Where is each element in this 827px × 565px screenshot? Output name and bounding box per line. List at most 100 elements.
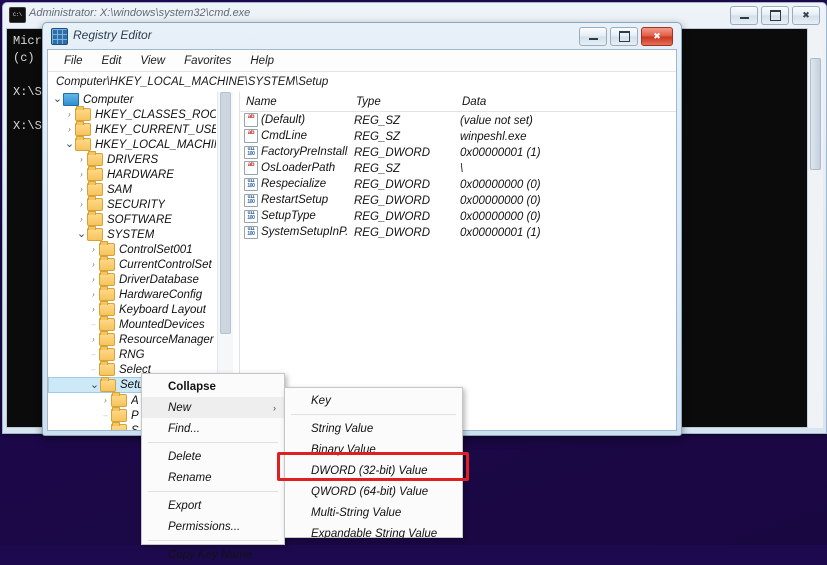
registry-editor-titlebar[interactable]: Registry Editor ✖ xyxy=(43,23,681,48)
registry-value-row[interactable]: ab CmdLine REG_SZ winpeshl.exe xyxy=(240,128,676,144)
cmd-scrollbar-thumb[interactable] xyxy=(810,58,821,170)
folder-icon xyxy=(87,151,103,166)
cmd-vertical-scrollbar[interactable] xyxy=(807,28,823,428)
tree-node-hkey_classes_root[interactable]: › HKEY_CLASSES_ROOT xyxy=(48,106,216,122)
context-menu-separator xyxy=(148,491,278,492)
dword-value-icon: 011 100 xyxy=(244,225,258,239)
registry-value-row[interactable]: 011 100 SetupType REG_DWORD 0x00000000 (0) xyxy=(240,208,676,224)
chevron-right-icon[interactable]: › xyxy=(88,287,99,302)
tree-node-sam[interactable]: › SAM xyxy=(48,181,216,197)
submenu-item-multi-string-value[interactable]: Multi-String Value xyxy=(285,502,462,523)
chevron-right-icon[interactable]: › xyxy=(88,272,99,287)
tree-node-mounteddevices[interactable]: – MountedDevices xyxy=(48,316,216,332)
context-menu-item-rename[interactable]: Rename xyxy=(142,467,284,488)
chevron-right-icon[interactable]: › xyxy=(64,107,75,122)
tree-node-setup[interactable]: ⌄ Setup xyxy=(48,376,152,393)
chevron-right-icon[interactable]: › xyxy=(76,197,87,212)
tree-node-rng[interactable]: – RNG xyxy=(48,346,216,362)
regedit-close-button[interactable]: ✖ xyxy=(641,27,673,46)
chevron-right-icon[interactable]: › xyxy=(64,122,75,137)
chevron-right-icon[interactable]: › xyxy=(76,152,87,167)
chevron-down-icon[interactable]: ⌄ xyxy=(89,379,100,390)
menu-favorites[interactable]: Favorites xyxy=(176,53,239,69)
submenu-item-expandable-string-value[interactable]: Expandable String Value xyxy=(285,523,462,544)
dword-value-icon: 011 100 xyxy=(244,193,258,207)
cmd-icon: C:\ xyxy=(9,7,26,23)
cmd-close-button[interactable]: ✖ xyxy=(792,6,820,25)
context-menu-item-permissions[interactable]: Permissions... xyxy=(142,516,284,537)
submenu-item-dword-32-bit-value[interactable]: DWORD (32-bit) Value xyxy=(285,460,462,481)
registry-value-row[interactable]: ab (Default) REG_SZ (value not set) xyxy=(240,112,676,128)
tree-node-controlset001[interactable]: › ControlSet001 xyxy=(48,241,216,257)
registry-value-row[interactable]: 011 100 RestartSetup REG_DWORD 0x00000000 (0… xyxy=(240,192,676,208)
registry-value-row[interactable]: 011 100 FactoryPreInstall... REG_DWORD 0x000… xyxy=(240,144,676,160)
registry-value-row[interactable]: ab OsLoaderPath REG_SZ \ xyxy=(240,160,676,176)
tree-node-hardware[interactable]: › HARDWARE xyxy=(48,166,216,182)
submenu-item-string-value[interactable]: String Value xyxy=(285,418,462,439)
tree-node-resourcemanager[interactable]: › ResourceManager xyxy=(48,331,216,347)
regedit-minimize-button[interactable] xyxy=(579,27,607,46)
folder-icon xyxy=(99,361,115,376)
value-name-cell: 011 100 SystemSetupInP... xyxy=(240,225,348,239)
chevron-right-icon[interactable]: › xyxy=(88,302,99,317)
context-menu-item-export[interactable]: Export xyxy=(142,495,284,516)
registry-value-name: FactoryPreInstall... xyxy=(261,146,348,158)
submenu-item-label: Expandable String Value xyxy=(311,527,438,540)
tree-node-computer[interactable]: ⌄ Computer xyxy=(48,92,216,107)
registry-value-row[interactable]: 011 100 Respecialize REG_DWORD 0x00000000 (0… xyxy=(240,176,676,192)
tree-node-driverdatabase[interactable]: › DriverDatabase xyxy=(48,271,216,287)
tree-node-drivers[interactable]: › DRIVERS xyxy=(48,151,216,167)
chevron-down-icon[interactable]: ⌄ xyxy=(76,229,87,240)
registry-value-name: CmdLine xyxy=(261,130,308,142)
registry-value-type: REG_SZ xyxy=(354,115,401,127)
regedit-icon xyxy=(51,28,68,45)
chevron-right-icon[interactable]: › xyxy=(76,182,87,197)
tree-node-hardwareconfig[interactable]: › HardwareConfig xyxy=(48,286,216,302)
value-name-cell: ab (Default) xyxy=(240,113,348,127)
context-menu-item-copy-key-name[interactable]: Copy Key Name xyxy=(142,544,284,565)
tree-node-keyboard-layout[interactable]: › Keyboard Layout xyxy=(48,301,216,317)
context-menu-item-delete[interactable]: Delete xyxy=(142,446,284,467)
chevron-right-icon[interactable]: › xyxy=(88,257,99,272)
context-menu-item-collapse[interactable]: Collapse xyxy=(142,376,284,397)
registry-value-name: SetupType xyxy=(261,210,316,222)
tree-node-hkey_local_machine[interactable]: ⌄ HKEY_LOCAL_MACHINE xyxy=(48,136,216,152)
submenu-item-qword-64-bit-value[interactable]: QWORD (64-bit) Value xyxy=(285,481,462,502)
regedit-maximize-button[interactable] xyxy=(610,27,638,46)
registry-value-row[interactable]: 011 100 SystemSetupInP... REG_DWORD 0x000000… xyxy=(240,224,676,240)
submenu-item-binary-value[interactable]: Binary Value xyxy=(285,439,462,460)
cmd-maximize-button[interactable] xyxy=(761,6,789,25)
registry-address-bar[interactable]: Computer\HKEY_LOCAL_MACHINE\SYSTEM\Setup xyxy=(48,72,676,93)
column-header-name[interactable]: Name xyxy=(240,96,350,108)
menu-help[interactable]: Help xyxy=(242,53,282,69)
context-menu-item-new[interactable]: New › xyxy=(142,397,284,418)
registry-tree-scrollbar-thumb[interactable] xyxy=(220,92,231,334)
tree-line-icon: – xyxy=(91,320,96,329)
chevron-right-icon[interactable]: › xyxy=(100,393,111,408)
chevron-down-icon[interactable]: ⌄ xyxy=(64,139,75,150)
chevron-down-icon[interactable]: ⌄ xyxy=(52,94,63,105)
chevron-right-icon[interactable]: › xyxy=(88,332,99,347)
dword-value-icon: 011 100 xyxy=(244,209,258,223)
column-header-type[interactable]: Type xyxy=(350,96,456,108)
registry-values-pane[interactable]: Name Type Data ab (Default) REG_SZ (value n… xyxy=(240,92,676,430)
chevron-right-icon[interactable]: › xyxy=(76,167,87,182)
tree-node-currentcontrolset[interactable]: › CurrentControlSet xyxy=(48,256,216,272)
menu-file[interactable]: File xyxy=(56,53,91,69)
tree-line-icon: – xyxy=(100,423,111,430)
chevron-right-icon[interactable]: › xyxy=(76,212,87,227)
chevron-right-icon[interactable]: › xyxy=(88,242,99,257)
tree-node-label: P xyxy=(131,409,139,422)
submenu-item-key[interactable]: Key xyxy=(285,390,462,411)
cmd-minimize-button[interactable] xyxy=(730,6,758,25)
menu-edit[interactable]: Edit xyxy=(94,53,130,69)
menu-view[interactable]: View xyxy=(132,53,173,69)
folder-icon xyxy=(87,181,103,196)
tree-node-system[interactable]: ⌄ SYSTEM xyxy=(48,226,216,242)
value-name-cell: 011 100 RestartSetup xyxy=(240,193,348,207)
tree-node-hkey_current_user[interactable]: › HKEY_CURRENT_USER xyxy=(48,121,216,137)
tree-node-security[interactable]: › SECURITY xyxy=(48,196,216,212)
column-header-data[interactable]: Data xyxy=(456,96,676,108)
context-menu-item-find[interactable]: Find... xyxy=(142,418,284,439)
tree-node-software[interactable]: › SOFTWARE xyxy=(48,211,216,227)
